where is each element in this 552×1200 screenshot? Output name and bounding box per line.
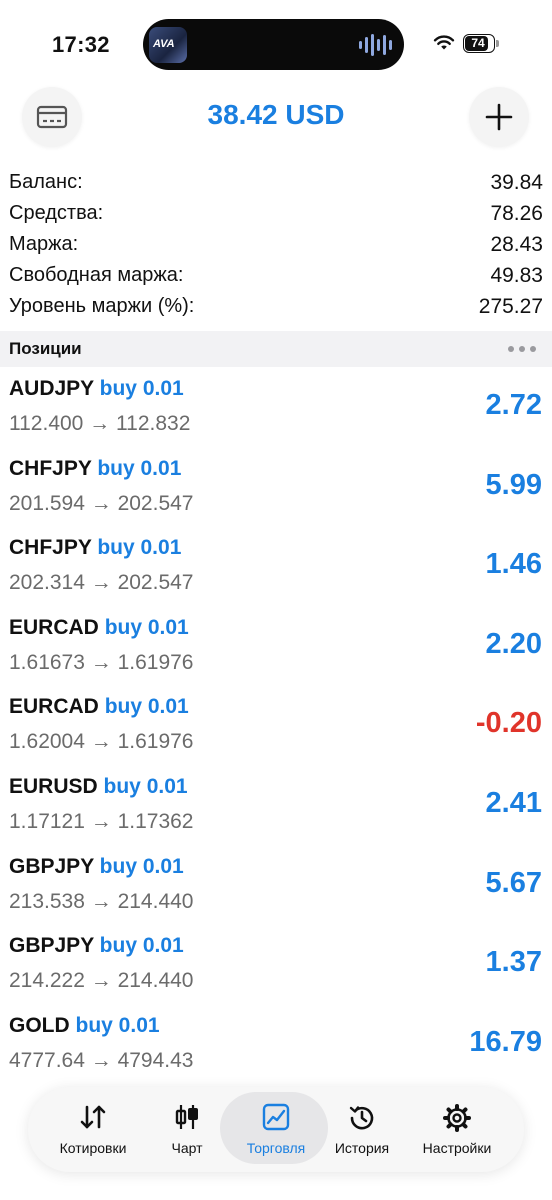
position-profit: 2.72 — [485, 389, 542, 421]
position-side: buy 0.01 — [99, 854, 184, 878]
tab-label: Настройки — [422, 1140, 492, 1156]
gear-icon — [443, 1104, 471, 1132]
audio-wave-icon — [359, 33, 392, 57]
history-clock-icon — [349, 1106, 374, 1130]
tab-quotes[interactable]: Котировки — [43, 1087, 143, 1172]
position-side: buy 0.01 — [97, 536, 182, 560]
position-profit: 5.67 — [485, 866, 542, 899]
summary-value: 78.26 — [490, 202, 543, 225]
position-symbol: GBPJPY — [9, 934, 94, 958]
position-symbol: CHFJPY — [9, 536, 92, 560]
position-row[interactable]: GBPJPY buy 0.01 214.222 → 214.440 1.37 — [0, 924, 552, 1004]
position-row[interactable]: GOLD buy 0.01 4777.64 → 4794.43 16.79 — [0, 1004, 552, 1084]
summary-row-margin-level: Уровень маржи (%): 275.27 — [9, 292, 543, 323]
position-row[interactable]: EURCAD buy 0.01 1.62004 → 1.61976 -0.20 — [0, 685, 552, 765]
summary-value: 39.84 — [490, 171, 543, 194]
plus-icon — [485, 103, 513, 131]
position-symbol: EURUSD — [9, 774, 98, 798]
position-symbol: CHFJPY — [9, 456, 92, 480]
summary-value: 28.43 — [490, 233, 543, 256]
position-symbol: GOLD — [9, 1013, 70, 1037]
position-symbol: GBPJPY — [9, 854, 94, 878]
summary-value: 275.27 — [478, 295, 543, 318]
positions-section-header: Позиции — [0, 331, 552, 367]
section-title: Позиции — [9, 339, 82, 358]
position-side: buy 0.01 — [99, 934, 184, 958]
arrows-up-down-icon — [80, 1105, 106, 1129]
position-side: buy 0.01 — [104, 695, 189, 719]
now-playing-thumbnail: AVA — [149, 27, 187, 63]
position-row[interactable]: AUDJPY buy 0.01 112.400 → 112.832 2.72 — [0, 367, 552, 447]
position-prices: 1.62004 → 1.61976 — [9, 730, 194, 754]
position-symbol: AUDJPY — [9, 377, 94, 400]
account-summary: Баланс: 39.84 Средства: 78.26 Маржа: 28.… — [9, 168, 543, 323]
position-profit: 16.79 — [469, 1025, 542, 1058]
position-prices: 1.17121 → 1.17362 — [9, 809, 194, 833]
tab-trade[interactable]: Торговля — [220, 1087, 328, 1172]
summary-row-balance: Баланс: 39.84 — [9, 168, 543, 199]
summary-label: Средства: — [9, 202, 104, 224]
position-profit: 5.99 — [485, 468, 542, 501]
tab-settings[interactable]: Настройки — [407, 1087, 507, 1172]
position-row[interactable]: GBPJPY buy 0.01 213.538 → 214.440 5.67 — [0, 845, 552, 925]
position-prices: 213.538 → 214.440 — [9, 889, 194, 913]
summary-label: Свободная маржа: — [9, 264, 184, 286]
position-prices: 202.314 → 202.547 — [9, 571, 194, 595]
position-profit: 2.20 — [485, 627, 542, 660]
position-prices: 214.222 → 214.440 — [9, 969, 194, 993]
position-profit: 1.37 — [485, 946, 542, 979]
summary-row-free-margin: Свободная маржа: 49.83 — [9, 261, 543, 292]
candlestick-icon — [175, 1105, 198, 1129]
position-side: buy 0.01 — [97, 456, 182, 480]
position-symbol: EURCAD — [9, 615, 99, 639]
summary-label: Маржа: — [9, 233, 79, 255]
positions-list: AUDJPY buy 0.01 112.400 → 112.832 2.72 C… — [0, 367, 552, 1083]
position-row[interactable]: CHFJPY buy 0.01 201.594 → 202.547 5.99 — [0, 447, 552, 527]
position-profit: -0.20 — [475, 707, 542, 740]
new-order-button[interactable] — [469, 87, 529, 147]
summary-value: 49.83 — [490, 264, 543, 287]
position-row[interactable]: EURUSD buy 0.01 1.17121 → 1.17362 2.41 — [0, 765, 552, 845]
battery-indicator: 74 — [463, 34, 499, 53]
wifi-icon — [433, 35, 455, 50]
battery-level: 74 — [471, 36, 485, 50]
trade-chart-icon — [262, 1103, 290, 1131]
position-row[interactable]: EURCAD buy 0.01 1.61673 → 1.61976 2.20 — [0, 606, 552, 686]
position-side: buy 0.01 — [75, 1013, 160, 1037]
status-time: 17:32 — [52, 32, 110, 57]
summary-label: Баланс: — [9, 171, 83, 193]
summary-label: Уровень маржи (%): — [9, 295, 195, 317]
position-row[interactable]: CHFJPY buy 0.01 202.314 → 202.547 1.46 — [0, 526, 552, 606]
position-side: buy 0.01 — [103, 774, 188, 798]
position-prices: 1.61673 → 1.61976 — [9, 650, 194, 674]
position-side: buy 0.01 — [99, 377, 184, 400]
dynamic-island[interactable]: AVA — [143, 19, 404, 70]
position-symbol: EURCAD — [9, 695, 99, 719]
tab-history[interactable]: История — [312, 1087, 412, 1172]
position-prices: 201.594 → 202.547 — [9, 491, 194, 515]
summary-row-margin: Маржа: 28.43 — [9, 230, 543, 261]
more-options-icon[interactable] — [508, 346, 536, 352]
summary-row-equity: Средства: 78.26 — [9, 199, 543, 230]
position-profit: 1.46 — [485, 548, 542, 581]
bottom-tab-bar: Котировки Чарт Торговля История Настройк… — [28, 1087, 524, 1172]
position-profit: 2.41 — [485, 786, 542, 819]
position-side: buy 0.01 — [104, 615, 189, 639]
position-prices: 4777.64 → 4794.43 — [9, 1048, 194, 1072]
position-prices: 112.400 → 112.832 — [9, 412, 191, 435]
